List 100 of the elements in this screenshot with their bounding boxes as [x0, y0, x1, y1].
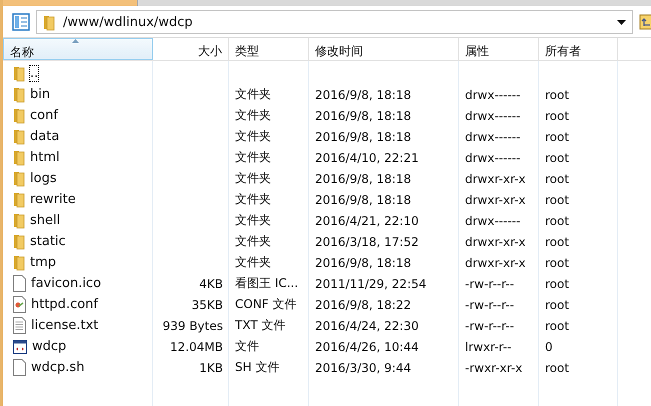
- table-cell: TXT 文件: [235, 317, 286, 334]
- file-name[interactable]: data: [30, 129, 60, 144]
- table-cell: 2016/4/26, 10:44: [315, 340, 419, 354]
- file-name[interactable]: tmp: [30, 255, 56, 270]
- table-cell: drwxr-xr-x: [465, 234, 526, 248]
- table-cell: root: [545, 276, 570, 290]
- file-name[interactable]: httpd.conf: [31, 297, 98, 312]
- file-name[interactable]: logs: [30, 171, 57, 186]
- file-name[interactable]: license.txt: [31, 318, 98, 333]
- table-cell: -rw-r--r--: [465, 276, 514, 290]
- table-cell: 939 Bytes: [162, 318, 223, 332]
- folder-icon: [13, 86, 25, 103]
- table-cell: 看图王 IC...: [235, 275, 298, 292]
- column-header[interactable]: 所有者: [539, 38, 618, 60]
- table-cell: -rw-r--r--: [465, 318, 514, 332]
- table-cell: 2016/4/10, 22:21: [315, 150, 419, 164]
- table-cell: 2016/9/8, 18:18: [315, 192, 412, 206]
- table-cell: 2016/9/8, 18:18: [315, 130, 412, 144]
- panel-toggle-icon[interactable]: [12, 13, 30, 31]
- table-cell: 2016/9/8, 18:18: [315, 108, 412, 122]
- folder-icon: [13, 128, 25, 145]
- table-cell: 文件夹: [235, 170, 271, 187]
- text-file-icon: [13, 317, 26, 334]
- config-file-icon: [13, 296, 26, 313]
- table-cell: root: [545, 192, 570, 206]
- program-window-icon: [13, 340, 27, 354]
- table-cell: 文件夹: [235, 212, 271, 229]
- table-cell: 2016/4/21, 22:10: [315, 214, 419, 228]
- table-cell: 文件: [235, 338, 259, 355]
- table-cell: 12.04MB: [170, 340, 223, 354]
- table-cell: root: [545, 172, 570, 186]
- file-name[interactable]: static: [30, 234, 66, 249]
- file-name[interactable]: html: [30, 150, 60, 165]
- table-cell: drwx------: [465, 214, 520, 228]
- folder-icon: [13, 170, 25, 187]
- table-cell: drwxr-xr-x: [465, 256, 526, 270]
- table-cell: 文件夹: [235, 149, 271, 166]
- file-name[interactable]: wdcp: [32, 339, 66, 354]
- table-cell: 文件夹: [235, 107, 271, 124]
- table-cell: root: [545, 298, 570, 312]
- folder-icon: [13, 191, 25, 208]
- table-cell: 1KB: [199, 360, 223, 374]
- table-cell: root: [545, 214, 570, 228]
- folder-icon: [13, 65, 25, 82]
- file-name[interactable]: shell: [30, 213, 60, 228]
- file-name[interactable]: favicon.ico: [31, 276, 102, 291]
- table-cell: 2016/9/8, 18:18: [315, 256, 412, 270]
- table-cell: 2016/9/8, 18:22: [315, 298, 412, 312]
- path-field[interactable]: /www/wdlinux/wdcp: [36, 10, 633, 34]
- table-cell: 35KB: [192, 298, 223, 312]
- table-cell: 文件夹: [235, 128, 271, 145]
- table-cell: 4KB: [199, 276, 223, 290]
- table-cell: root: [545, 318, 570, 332]
- table-cell: 2016/9/8, 18:18: [315, 88, 412, 102]
- table-cell: SH 文件: [235, 359, 280, 376]
- dropdown-arrow-icon[interactable]: [617, 20, 626, 24]
- column-header[interactable]: 名称: [3, 38, 153, 60]
- file-name[interactable]: bin: [30, 87, 50, 102]
- table-cell: CONF 文件: [235, 296, 297, 313]
- table-cell: 文件夹: [235, 233, 271, 250]
- column-header[interactable]: 属性: [459, 38, 539, 60]
- table-cell: drwxr-xr-x: [465, 192, 526, 206]
- table-cell: root: [545, 234, 570, 248]
- file-icon: [13, 359, 26, 376]
- table-cell: 0: [545, 340, 553, 354]
- folder-icon: [43, 14, 55, 30]
- table-cell: root: [545, 150, 570, 164]
- file-name[interactable]: conf: [30, 108, 58, 123]
- folder-icon: [13, 233, 25, 250]
- file-icon: [13, 275, 26, 292]
- table-cell: -rw-r--r--: [465, 298, 514, 312]
- table-cell: drwx------: [465, 130, 520, 144]
- sort-arrow-icon: [72, 39, 79, 43]
- file-name[interactable]: wdcp.sh: [31, 360, 84, 375]
- table-cell: root: [545, 88, 570, 102]
- table-cell: root: [545, 108, 570, 122]
- folder-icon: [13, 254, 25, 271]
- table-cell: 2016/9/8, 18:18: [315, 172, 412, 186]
- file-name[interactable]: ..: [30, 66, 38, 81]
- folder-icon: [13, 107, 25, 124]
- table-cell: root: [545, 360, 570, 374]
- table-cell: drwx------: [465, 150, 520, 164]
- table-cell: 文件夹: [235, 191, 271, 208]
- table-cell: 2016/3/18, 17:52: [315, 234, 419, 248]
- table-cell: drwx------: [465, 88, 520, 102]
- table-cell: drwx------: [465, 108, 520, 122]
- parent-folder-icon[interactable]: [639, 13, 651, 31]
- table-cell: root: [545, 256, 570, 270]
- table-cell: 2016/4/24, 22:30: [315, 318, 419, 332]
- column-header[interactable]: 类型: [229, 38, 309, 60]
- table-cell: drwxr-xr-x: [465, 172, 526, 186]
- folder-icon: [13, 212, 25, 229]
- file-name[interactable]: rewrite: [30, 192, 76, 207]
- table-cell: lrwxr-r--: [465, 340, 512, 354]
- folder-icon: [13, 149, 25, 166]
- column-header[interactable]: 大小: [153, 38, 229, 60]
- column-header[interactable]: 修改时间: [309, 38, 459, 60]
- table-cell: 2016/3/30, 9:44: [315, 360, 412, 374]
- table-cell: 文件夹: [235, 86, 271, 103]
- table-cell: root: [545, 130, 570, 144]
